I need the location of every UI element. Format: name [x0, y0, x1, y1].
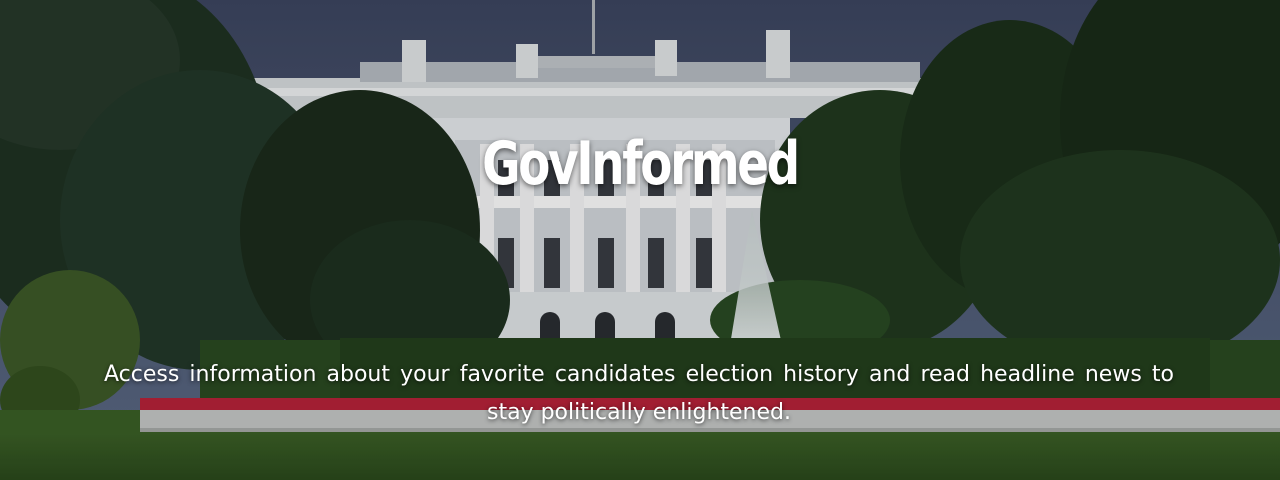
- hero-banner: GovInformed Access information about you…: [0, 0, 1280, 480]
- hero-tagline: Access information about your favorite c…: [104, 362, 1174, 425]
- site-title: GovInformed: [482, 129, 800, 200]
